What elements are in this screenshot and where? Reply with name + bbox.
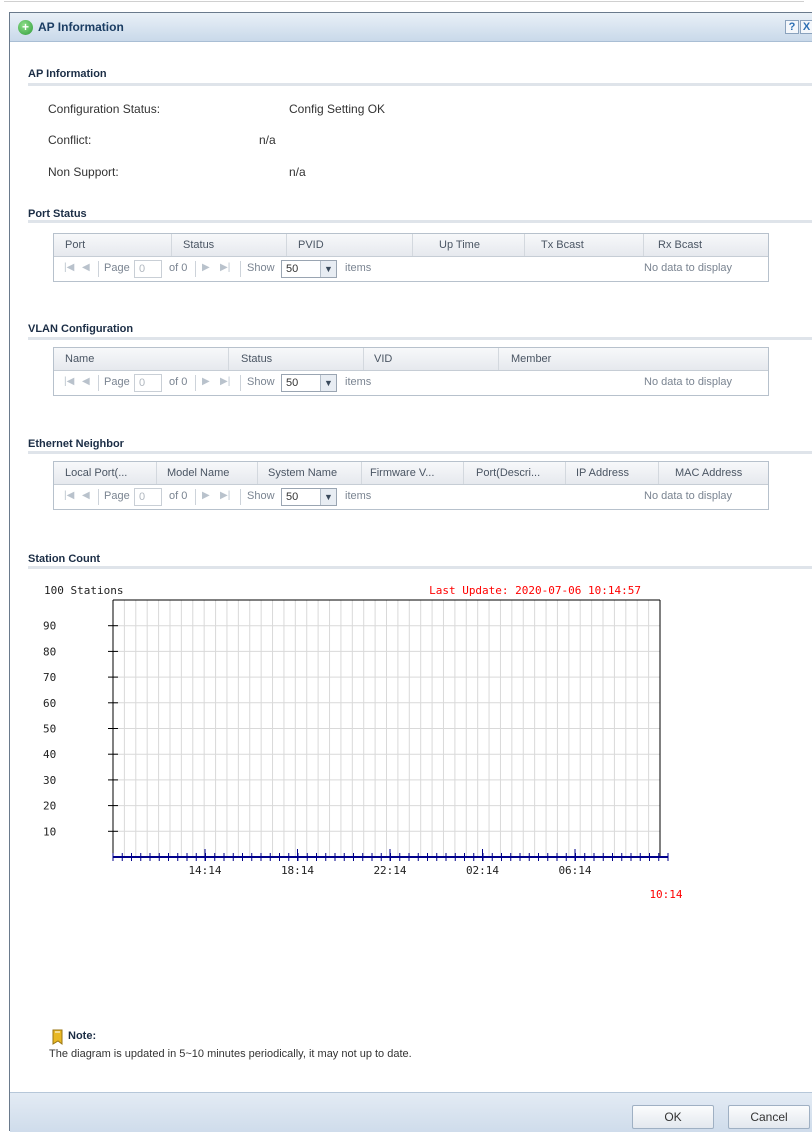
y-tick-label: 10 bbox=[43, 825, 56, 838]
x-tick-label: 02:14 bbox=[466, 864, 499, 877]
station-count-chart: 90 80 70 60 50 40 30 20 10 14:14 18:14 22:14 02:14 06… bbox=[43, 584, 683, 901]
ok-button[interactable]: OK bbox=[632, 1105, 714, 1129]
y-tick-label: 90 bbox=[43, 620, 56, 633]
y-tick-label: 70 bbox=[43, 671, 56, 684]
y-axis-label: 100 Stations bbox=[44, 584, 123, 597]
x-end-label: 10:14 bbox=[649, 888, 682, 901]
y-tick-label: 60 bbox=[43, 697, 56, 710]
y-tick-label: 20 bbox=[43, 800, 56, 813]
x-tick-label: 06:14 bbox=[558, 864, 591, 877]
last-update-label: Last Update: 2020-07-06 10:14:57 bbox=[429, 584, 641, 597]
x-tick-label: 18:14 bbox=[281, 864, 314, 877]
y-tick-label: 80 bbox=[43, 645, 56, 658]
note-text: The diagram is updated in 5~10 minutes p… bbox=[49, 1048, 412, 1060]
dialog-footer: OK Cancel bbox=[10, 1092, 812, 1132]
x-tick-label: 22:14 bbox=[373, 864, 406, 877]
note-title: Note: bbox=[68, 1030, 97, 1042]
y-tick-label: 30 bbox=[43, 774, 56, 787]
y-tick-label: 40 bbox=[43, 748, 56, 761]
background-fragment bbox=[0, 0, 812, 12]
cancel-button[interactable]: Cancel bbox=[728, 1105, 810, 1129]
ap-information-dialog: + AP Information ? X AP Information Conf… bbox=[9, 12, 812, 1132]
y-tick-label: 50 bbox=[43, 723, 56, 736]
note-icon bbox=[51, 1029, 65, 1045]
x-tick-label: 14:14 bbox=[188, 864, 221, 877]
